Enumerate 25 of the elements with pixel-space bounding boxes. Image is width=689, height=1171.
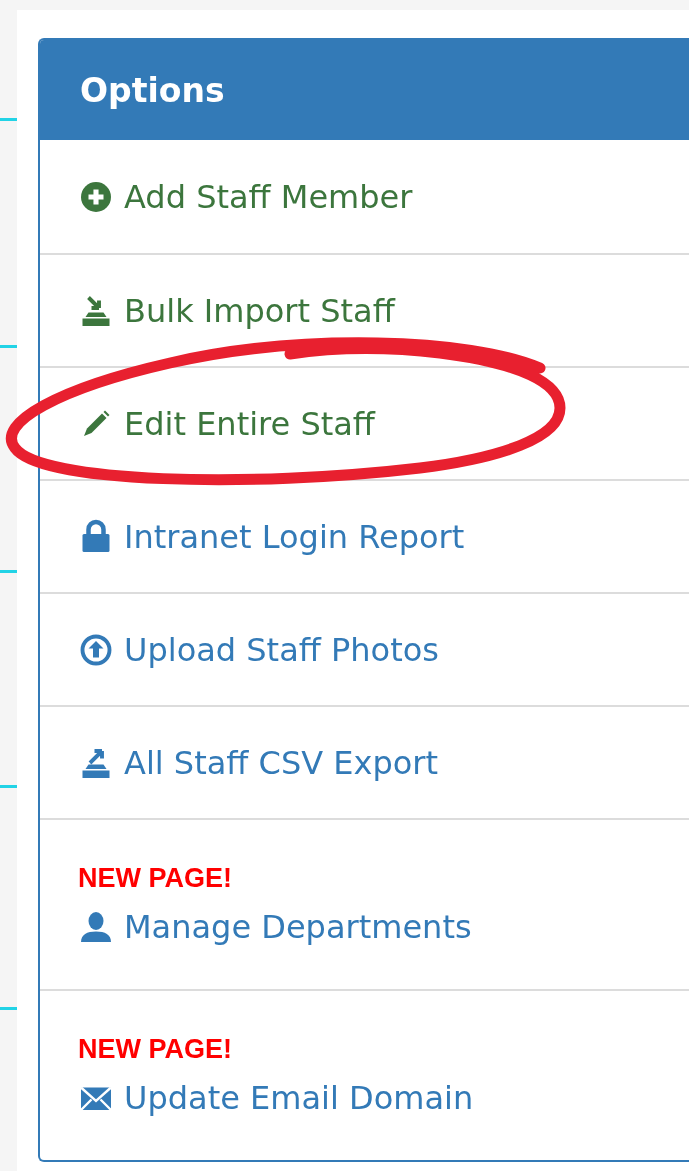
menu-item[interactable]: NEW PAGE! Manage Departments: [40, 820, 689, 989]
tick-mark: [0, 1007, 17, 1010]
menu-item[interactable]: Add Staff Member: [40, 140, 689, 253]
new-label: NEW PAGE!: [78, 863, 232, 894]
menu-item[interactable]: Intranet Login Report: [40, 481, 689, 592]
menu-item-label: Intranet Login Report: [124, 517, 465, 556]
user-icon: [78, 909, 114, 945]
tick-mark: [0, 570, 17, 573]
menu-item-label: Edit Entire Staff: [124, 404, 375, 443]
tick-mark: [0, 118, 17, 121]
tick-mark: [0, 785, 17, 788]
menu-item-label: Add Staff Member: [124, 177, 413, 216]
panel-title: Options: [40, 40, 689, 140]
menu-item[interactable]: NEW PAGE! Update Email Domain: [40, 991, 689, 1160]
menu-item-label: Update Email Domain: [124, 1079, 474, 1117]
menu-item-label: Bulk Import Staff: [124, 291, 395, 330]
menu-item[interactable]: All Staff CSV Export: [40, 707, 689, 818]
menu-item-label: Upload Staff Photos: [124, 630, 439, 669]
menu-item[interactable]: Bulk Import Staff: [40, 255, 689, 366]
new-label: NEW PAGE!: [78, 1034, 232, 1065]
menu-item-label: Manage Departments: [124, 908, 472, 946]
menu-item[interactable]: Upload Staff Photos: [40, 594, 689, 705]
menu-item-label: All Staff CSV Export: [124, 743, 438, 782]
tick-mark: [0, 345, 17, 348]
menu-item[interactable]: Edit Entire Staff: [40, 368, 689, 479]
